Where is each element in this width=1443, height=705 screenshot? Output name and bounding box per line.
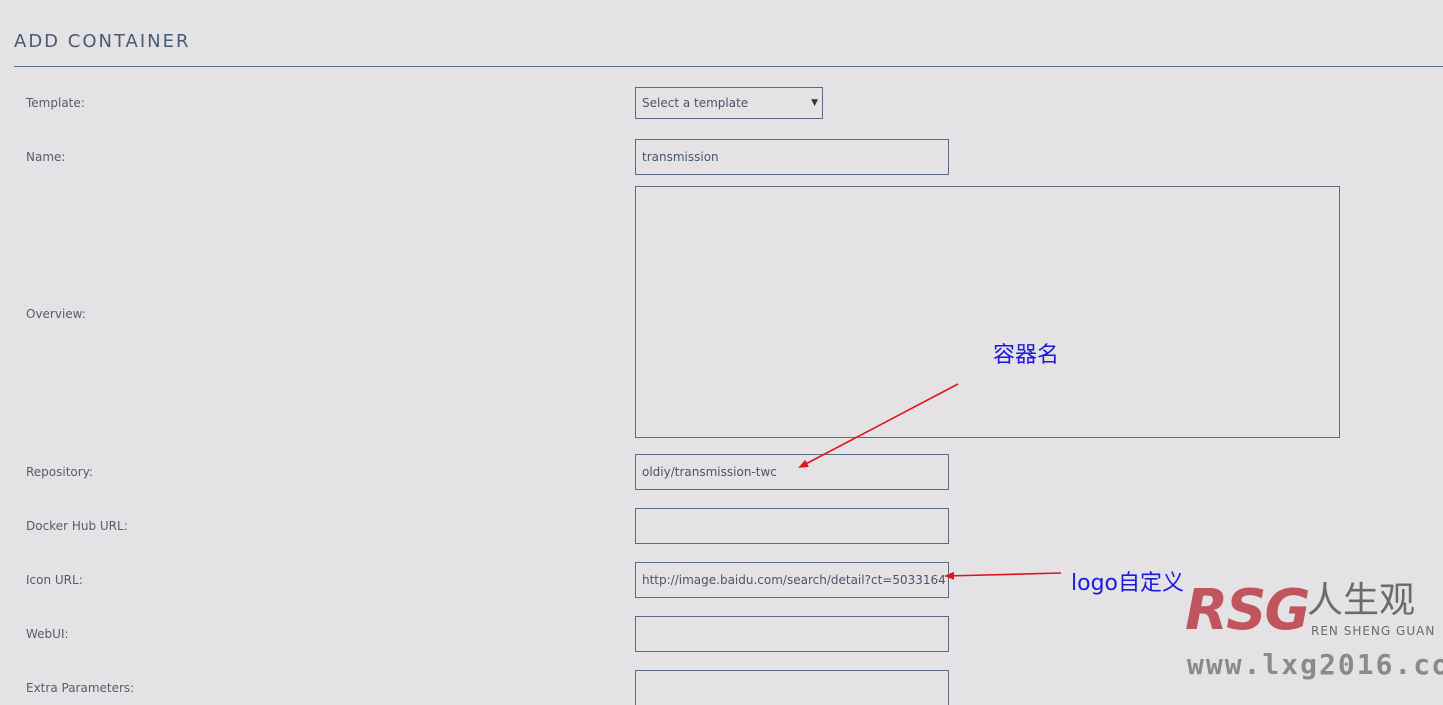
watermark-brand: RSG xyxy=(1185,578,1310,643)
logo-arrow xyxy=(944,571,1062,580)
site-watermark: RSG 人生观 REN SHENG GUAN www.lxg2016.com xyxy=(1185,578,1443,705)
add-container-page: ADD CONTAINER Template: Select a templat… xyxy=(0,0,1443,705)
container-name-arrow xyxy=(798,383,959,468)
logo-annotation: logo自定义 xyxy=(1071,571,1184,596)
watermark-url: www.lxg2016.com xyxy=(1187,648,1443,681)
watermark-pinyin: REN SHENG GUAN xyxy=(1311,624,1436,638)
watermark-chinese: 人生观 xyxy=(1307,580,1416,621)
container-name-annotation: 容器名 xyxy=(993,343,1060,368)
